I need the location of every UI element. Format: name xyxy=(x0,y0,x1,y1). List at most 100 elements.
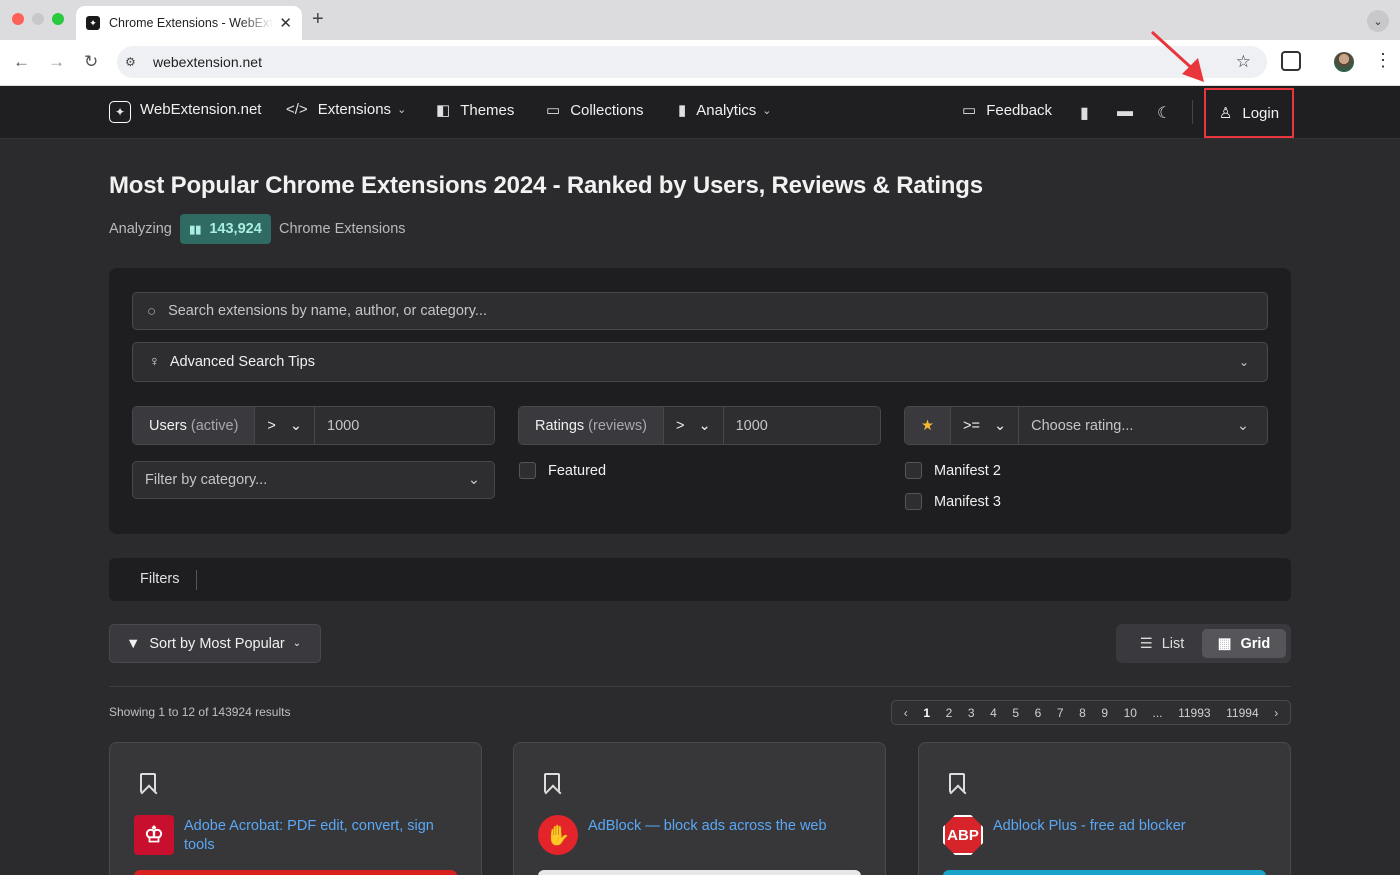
star-icon: ★ xyxy=(905,407,951,444)
page-button[interactable]: 9 xyxy=(1101,706,1108,720)
manifest3-label: Manifest 3 xyxy=(934,493,1001,510)
browser-tab[interactable]: ✦ Chrome Extensions - WebExtension.net ✕ xyxy=(76,6,302,40)
search-input[interactable]: ○ Search extensions by name, author, or … xyxy=(132,292,1268,330)
category-placeholder: Filter by category... xyxy=(145,472,268,488)
palette-icon: ◧ xyxy=(436,102,451,119)
browser-menu-icon[interactable]: ⋮ xyxy=(1374,50,1392,70)
extension-name-link[interactable]: Adblock Plus - free ad blocker xyxy=(993,817,1273,836)
users-value-input[interactable]: 1000 xyxy=(315,407,494,444)
page-button[interactable]: 3 xyxy=(968,706,975,720)
chevron-down-icon: ⌄ xyxy=(397,104,407,116)
extension-name-link[interactable]: Adobe Acrobat: PDF edit, convert, sign t… xyxy=(184,817,464,855)
folder-icon: ▭ xyxy=(546,102,561,119)
extension-card[interactable]: ✋ AdBlock — block ads across the web xyxy=(513,742,886,875)
page-title: Most Popular Chrome Extensions 2024 - Ra… xyxy=(109,172,983,199)
page-button[interactable]: 5 xyxy=(1012,706,1019,720)
bookmark-icon[interactable] xyxy=(544,773,560,793)
reload-icon[interactable]: ↻ xyxy=(84,52,98,72)
featured-checkbox[interactable]: Featured xyxy=(519,462,606,479)
active-filters-bar xyxy=(109,558,1291,601)
lightbulb-icon: ♀ xyxy=(149,354,160,370)
manifest3-checkbox[interactable]: Manifest 3 xyxy=(905,493,1001,510)
users-operator: > xyxy=(267,417,276,434)
extension-banner xyxy=(134,870,457,875)
user-icon: ♙ xyxy=(1218,105,1233,122)
nav-themes-label: Themes xyxy=(460,101,515,119)
category-select[interactable]: Filter by category... ⌄ xyxy=(132,461,495,499)
extension-card[interactable]: ABP Adblock Plus - free ad blocker xyxy=(918,742,1291,875)
tab-close-icon[interactable]: ✕ xyxy=(279,14,292,32)
page-button[interactable]: 8 xyxy=(1079,706,1086,720)
folder-icon[interactable]: ▬ xyxy=(1117,103,1133,121)
manifest2-checkbox[interactable]: Manifest 2 xyxy=(905,462,1001,479)
grid-view-button[interactable]: ▦ Grid xyxy=(1202,629,1286,658)
page-button[interactable]: 1 xyxy=(923,706,930,720)
page-button[interactable]: 6 xyxy=(1035,706,1042,720)
sort-label: Sort by Most Popular xyxy=(149,635,285,652)
bookmark-icon[interactable]: ▮ xyxy=(1080,103,1089,123)
brand-logo-icon[interactable]: ✦ xyxy=(109,101,131,123)
minimize-window-button[interactable] xyxy=(32,13,44,25)
tab-search-chevron-icon[interactable]: ⌄ xyxy=(1367,10,1389,32)
site-settings-icon[interactable]: ⚙ xyxy=(125,55,143,69)
login-button[interactable]: ♙ Login xyxy=(1204,88,1294,138)
close-window-button[interactable] xyxy=(12,13,24,25)
brand-label: WebExtension.net xyxy=(140,101,262,118)
advanced-search-tips-toggle[interactable]: ♀ Advanced Search Tips ⌄ xyxy=(132,342,1268,382)
grid-label: Grid xyxy=(1240,635,1271,652)
page-button[interactable]: 7 xyxy=(1057,706,1064,720)
brand-name[interactable]: WebExtension.net xyxy=(140,101,261,118)
extension-banner xyxy=(943,870,1266,875)
extension-card[interactable]: ♔ Adobe Acrobat: PDF edit, convert, sign… xyxy=(109,742,482,875)
site-favicon-icon: ✦ xyxy=(86,16,100,30)
rating-select[interactable]: Choose rating... ⌄ xyxy=(1019,407,1267,444)
nav-collections[interactable]: ▭ Collections xyxy=(546,101,644,120)
url-text[interactable]: webextension.net xyxy=(153,54,262,70)
nav-themes[interactable]: ◧ Themes xyxy=(436,101,515,120)
chevron-down-icon: ⌄ xyxy=(1236,417,1249,434)
checkbox-box[interactable] xyxy=(905,493,922,510)
bookmark-icon[interactable] xyxy=(949,773,965,793)
checkbox-box[interactable] xyxy=(905,462,922,479)
page-button[interactable]: 2 xyxy=(946,706,953,720)
pagination-next-button[interactable]: › xyxy=(1274,706,1278,720)
dark-mode-moon-icon[interactable]: ☾ xyxy=(1157,103,1171,123)
ratings-value-input[interactable]: 1000 xyxy=(723,407,880,444)
annotation-arrow-icon xyxy=(1150,30,1204,82)
results-count: Showing 1 to 12 of 143924 results xyxy=(109,705,291,719)
ratings-operator-select[interactable]: > ⌄ xyxy=(663,407,724,444)
checkbox-box[interactable] xyxy=(519,462,536,479)
maximize-window-button[interactable] xyxy=(52,13,64,25)
list-view-button[interactable]: ☰ List xyxy=(1124,629,1200,658)
page-button[interactable]: 4 xyxy=(990,706,997,720)
pagination-prev-button[interactable]: ‹ xyxy=(904,706,908,720)
sort-dropdown[interactable]: ▼ Sort by Most Popular ⌄ xyxy=(109,624,321,663)
page-button[interactable]: 11994 xyxy=(1226,706,1258,720)
rating-operator-select[interactable]: >= ⌄ xyxy=(951,407,1020,444)
count-suffix: Chrome Extensions xyxy=(279,221,406,237)
page-button[interactable]: 10 xyxy=(1124,706,1137,720)
extensions-puzzle-icon[interactable] xyxy=(1281,51,1301,71)
bar-chart-icon: ▮▮ xyxy=(189,223,202,236)
ratings-filter-label: Ratings (reviews) xyxy=(519,407,664,444)
address-bar[interactable]: ⚙ webextension.net ☆ xyxy=(117,46,1267,78)
tab-title: Chrome Extensions - WebExtension.net xyxy=(109,16,273,30)
abp-logo-icon: ABP xyxy=(943,815,983,855)
chevron-down-icon: ⌄ xyxy=(292,638,302,649)
bookmark-icon[interactable] xyxy=(140,773,156,793)
profile-avatar[interactable] xyxy=(1334,52,1354,72)
grid-icon: ▦ xyxy=(1217,635,1232,652)
bookmark-star-icon[interactable]: ☆ xyxy=(1236,52,1251,72)
new-tab-button[interactable]: + xyxy=(312,8,324,31)
users-operator-select[interactable]: > ⌄ xyxy=(255,407,316,444)
rating-placeholder: Choose rating... xyxy=(1031,417,1134,434)
ratings-label: Ratings xyxy=(535,417,585,434)
nav-feedback[interactable]: ▭ Feedback xyxy=(962,101,1052,120)
page-button[interactable]: 11993 xyxy=(1178,706,1210,720)
back-arrow-icon[interactable]: ← xyxy=(13,52,30,72)
nav-extensions[interactable]: </> Extensions ⌄ xyxy=(286,101,406,118)
funnel-icon: ▼ xyxy=(126,635,141,652)
nav-analytics[interactable]: ▮ Analytics ⌄ xyxy=(678,101,772,120)
extension-name-link[interactable]: AdBlock — block ads across the web xyxy=(588,817,868,836)
forward-arrow-icon[interactable]: → xyxy=(48,52,65,72)
